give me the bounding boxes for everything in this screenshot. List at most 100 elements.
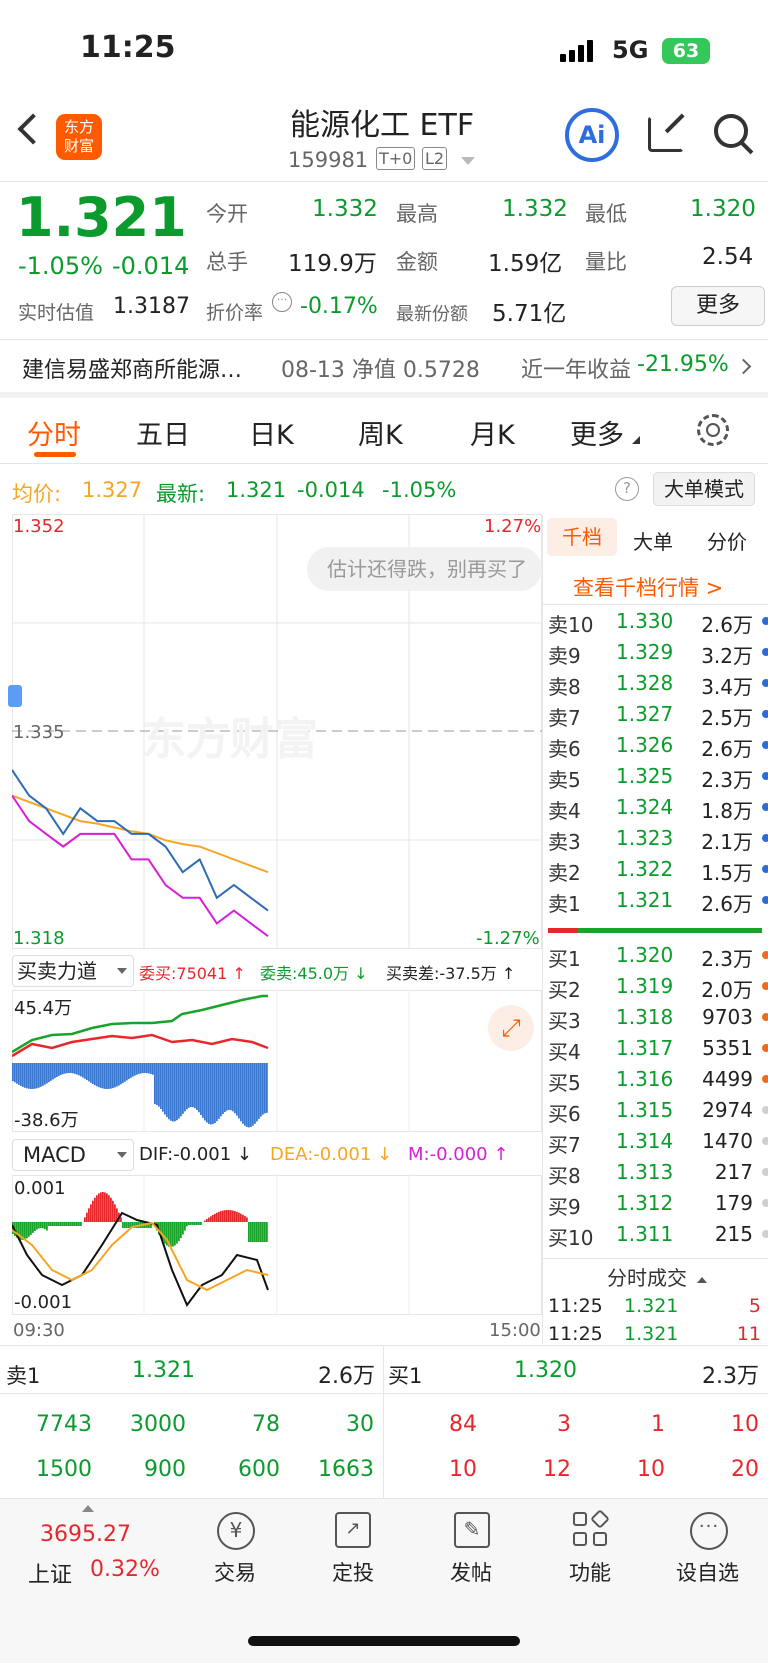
tab-depth[interactable]: 千档 bbox=[547, 518, 617, 556]
ask-row[interactable]: 卖5 1.325 2.3万 bbox=[548, 761, 768, 792]
macd-bar bbox=[120, 1217, 122, 1222]
force-bar bbox=[182, 1063, 184, 1114]
grid-icon[interactable] bbox=[573, 1509, 610, 1548]
queue-cell: 10 bbox=[449, 1457, 477, 1482]
force-bar bbox=[236, 1063, 238, 1116]
yen-icon[interactable]: ¥ bbox=[217, 1512, 255, 1550]
ask-row[interactable]: 卖9 1.329 3.2万 bbox=[548, 637, 768, 668]
chart-ymin: 1.318 bbox=[13, 928, 65, 949]
macd-bar bbox=[182, 1222, 184, 1235]
edit-icon[interactable]: ✎ bbox=[454, 1512, 490, 1548]
bid-row[interactable]: 买1 1.320 2.3万 bbox=[548, 940, 768, 971]
force-bar bbox=[156, 1063, 158, 1106]
more-button[interactable]: 更多 bbox=[671, 286, 765, 326]
macd-bar bbox=[192, 1222, 194, 1225]
macd-bar bbox=[194, 1222, 196, 1225]
chart-calendar-icon[interactable]: ↗ bbox=[335, 1512, 371, 1548]
tab-five-day[interactable]: 五日 bbox=[136, 413, 190, 452]
tab-weekly-k[interactable]: 周K bbox=[358, 413, 403, 452]
force-bar bbox=[76, 1063, 78, 1075]
force-bar bbox=[28, 1063, 30, 1089]
bid-row[interactable]: 买8 1.313 217 bbox=[548, 1157, 768, 1188]
force-bar bbox=[238, 1063, 240, 1119]
info-icon[interactable]: ··· bbox=[272, 292, 292, 312]
ask-price: 1.321 bbox=[616, 888, 674, 912]
force-bar bbox=[148, 1063, 150, 1074]
bid-volume: 2974 bbox=[702, 1098, 753, 1122]
force-bar bbox=[90, 1063, 92, 1083]
bid-row[interactable]: 买5 1.316 4499 bbox=[548, 1064, 768, 1095]
force-bar bbox=[32, 1063, 34, 1089]
expand-icon[interactable]: ⤢ bbox=[488, 1005, 534, 1051]
bid-price: 1.313 bbox=[616, 1160, 674, 1184]
force-bar bbox=[230, 1063, 232, 1111]
nav-invest[interactable]: 定投 bbox=[332, 1557, 374, 1587]
ticks-list: 11:25 1.321 5 11:25 1.321 11 bbox=[548, 1292, 763, 1345]
tab-monthly-k[interactable]: 月K bbox=[470, 413, 515, 452]
nav-trade[interactable]: 交易 bbox=[214, 1557, 256, 1587]
force-sell-line bbox=[12, 1033, 269, 1058]
force-bar bbox=[200, 1063, 202, 1116]
tab-intraday[interactable]: 分时 bbox=[27, 413, 81, 452]
bid-row[interactable]: 买6 1.315 2974 bbox=[548, 1095, 768, 1126]
ask1-label: 卖1 bbox=[6, 1364, 41, 1388]
more-icon[interactable]: ··· bbox=[690, 1512, 728, 1550]
bid-row[interactable]: 买9 1.312 179 bbox=[548, 1188, 768, 1219]
chevron-down-icon[interactable] bbox=[461, 157, 475, 165]
force-buy: 委买:75041 ↑ bbox=[139, 964, 246, 983]
force-bar bbox=[162, 1063, 164, 1112]
high-value: 1.332 bbox=[502, 196, 568, 222]
force-bar bbox=[110, 1063, 112, 1089]
tab-price-dist[interactable]: 分价 bbox=[707, 526, 747, 555]
ask-row[interactable]: 卖6 1.326 2.6万 bbox=[548, 730, 768, 761]
nav-post[interactable]: 发帖 bbox=[450, 1557, 492, 1587]
ai-icon[interactable]: Ai bbox=[565, 108, 619, 162]
nav-functions[interactable]: 功能 bbox=[569, 1557, 611, 1587]
ask-row[interactable]: 卖10 1.330 2.6万 bbox=[548, 606, 768, 637]
index-value[interactable]: 3695.27 bbox=[40, 1522, 131, 1547]
bid-row[interactable]: 买4 1.317 5351 bbox=[548, 1033, 768, 1064]
bid-row[interactable]: 买7 1.314 1470 bbox=[548, 1126, 768, 1157]
back-icon[interactable] bbox=[17, 113, 49, 145]
macd-bar bbox=[90, 1204, 92, 1222]
force-bar bbox=[46, 1063, 48, 1084]
macd-bar bbox=[36, 1222, 38, 1230]
ask-row[interactable]: 卖4 1.324 1.8万 bbox=[548, 792, 768, 823]
macd-bar bbox=[186, 1222, 188, 1227]
macd-bar bbox=[48, 1222, 50, 1226]
bid-row[interactable]: 买10 1.311 215 bbox=[548, 1219, 768, 1250]
macd-bar bbox=[128, 1222, 130, 1228]
bid-queue: 84 3 1 10 10 12 10 20 bbox=[384, 1400, 768, 1496]
tab-more[interactable]: 更多 bbox=[570, 413, 624, 452]
comment-toast[interactable]: 估计还得跌，别再买了 bbox=[307, 547, 542, 591]
bid-label: 买2 bbox=[548, 978, 581, 1002]
help-icon[interactable]: ? bbox=[615, 477, 639, 501]
ask-row[interactable]: 卖2 1.322 1.5万 bbox=[548, 854, 768, 885]
ask-row[interactable]: 卖8 1.328 3.4万 bbox=[548, 668, 768, 699]
force-selector[interactable]: 买卖力道 bbox=[12, 955, 134, 987]
bid-row[interactable]: 买3 1.318 9703 bbox=[548, 1002, 768, 1033]
force-bar bbox=[172, 1063, 174, 1122]
ask-row[interactable]: 卖3 1.323 2.1万 bbox=[548, 823, 768, 854]
depth-link[interactable]: 查看千档行情 > bbox=[573, 572, 723, 602]
bid-volume: 217 bbox=[714, 1160, 753, 1184]
chart-series bbox=[12, 769, 269, 938]
chevron-right-icon[interactable] bbox=[735, 358, 752, 375]
force-bar bbox=[188, 1063, 190, 1108]
nav-add-watchlist[interactable]: 设自选 bbox=[676, 1557, 739, 1587]
fund-name[interactable]: 建信易盛郑商所能源… bbox=[22, 352, 242, 384]
macd-selector[interactable]: MACD bbox=[12, 1139, 134, 1171]
macd-bar bbox=[254, 1222, 256, 1242]
macd-bar bbox=[216, 1212, 218, 1222]
big-order-mode-button[interactable]: 大单模式 bbox=[653, 472, 755, 506]
macd-bar bbox=[76, 1222, 78, 1226]
queue-cell: 3 bbox=[557, 1412, 571, 1437]
force-bar bbox=[218, 1063, 220, 1119]
bid-row[interactable]: 买2 1.319 2.0万 bbox=[548, 971, 768, 1002]
tab-daily-k[interactable]: 日K bbox=[249, 413, 294, 452]
ask-row[interactable]: 卖1 1.321 2.6万 bbox=[548, 885, 768, 916]
force-bar bbox=[186, 1063, 188, 1110]
ask-row[interactable]: 卖7 1.327 2.5万 bbox=[548, 699, 768, 730]
ticks-header[interactable]: 分时成交 bbox=[607, 1262, 707, 1291]
tab-big-order[interactable]: 大单 bbox=[633, 526, 673, 555]
